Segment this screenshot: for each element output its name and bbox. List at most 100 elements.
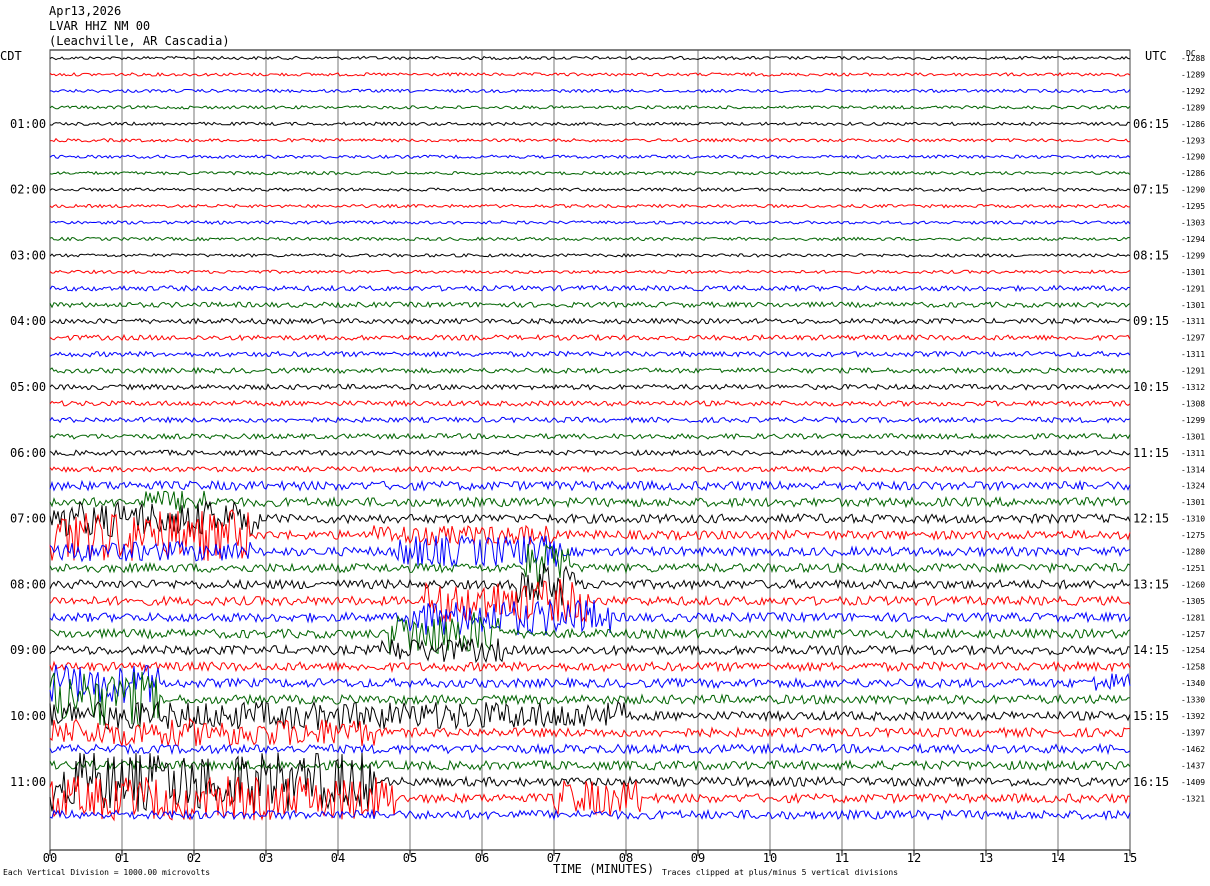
- dc-offset-label: -1321: [1181, 794, 1205, 803]
- seismic-trace: [49, 808, 1131, 821]
- seismic-trace: [49, 236, 1131, 242]
- seismic-trace: [49, 479, 1131, 492]
- dc-offset-label: -1409: [1181, 778, 1205, 787]
- x-tick-label: 09: [691, 851, 705, 865]
- utc-hour-label: 15:15: [1133, 709, 1169, 723]
- utc-hour-label: 11:15: [1133, 446, 1169, 460]
- dc-offset-label: -1392: [1181, 712, 1205, 721]
- dc-offset-label: -1286: [1181, 169, 1205, 178]
- seismic-trace: [49, 253, 1131, 258]
- x-tick-label: 00: [43, 851, 57, 865]
- seismic-trace: [49, 660, 1131, 674]
- seismic-trace: [49, 638, 1131, 664]
- cdt-hour-label: 02:00: [10, 183, 46, 197]
- seismic-trace: [49, 578, 1131, 623]
- x-tick-label: 04: [331, 851, 345, 865]
- seismic-trace: [49, 416, 1131, 424]
- x-tick-label: 01: [115, 851, 129, 865]
- x-tick-label: 13: [979, 851, 993, 865]
- seismic-trace: [49, 383, 1131, 391]
- seismic-trace: [49, 88, 1131, 94]
- x-axis-title: TIME (MINUTES): [553, 862, 655, 876]
- seismic-trace: [49, 301, 1131, 309]
- dc-offset-label: -1258: [1181, 663, 1205, 672]
- dc-offset-label: -1324: [1181, 482, 1205, 491]
- seismic-trace: [49, 509, 1131, 561]
- dc-offset-label: -1312: [1181, 383, 1205, 392]
- seismic-trace: [49, 759, 1131, 772]
- seismic-trace: [49, 187, 1131, 193]
- cdt-hour-label: 05:00: [10, 380, 46, 394]
- dc-offset-label: -1295: [1181, 202, 1205, 211]
- seismic-trace: [49, 366, 1131, 375]
- dc-offset-label: -1281: [1181, 613, 1205, 622]
- dc-offset-label: -1293: [1181, 136, 1205, 145]
- seismic-trace: [49, 465, 1131, 474]
- seismic-trace: [49, 700, 1131, 731]
- dc-offset-label: -1397: [1181, 728, 1205, 737]
- seismic-trace: [49, 534, 1131, 568]
- seismic-trace: [49, 717, 1131, 747]
- dc-offset-label: -1290: [1181, 186, 1205, 195]
- dc-offset-label: -1314: [1181, 465, 1205, 474]
- dc-offset-label: -1257: [1181, 630, 1205, 639]
- dc-offset-label: -1260: [1181, 580, 1205, 589]
- utc-hour-label: 06:15: [1133, 117, 1169, 131]
- utc-hour-label: 12:15: [1133, 512, 1169, 526]
- dc-offset-label: -1330: [1181, 696, 1205, 705]
- dc-offset-label: -1290: [1181, 153, 1205, 162]
- seismic-trace: [49, 742, 1131, 756]
- utc-hour-label: 07:15: [1133, 183, 1169, 197]
- x-tick-label: 14: [1051, 851, 1065, 865]
- dc-offset-label: -1305: [1181, 597, 1205, 606]
- cdt-hour-label: 01:00: [10, 117, 46, 131]
- dc-offset-label: -1251: [1181, 564, 1205, 573]
- x-tick-label: 11: [835, 851, 849, 865]
- utc-hour-label: 14:15: [1133, 643, 1169, 657]
- dc-offset-label: -1303: [1181, 219, 1205, 228]
- seismic-trace: [49, 104, 1131, 110]
- cdt-hour-label: 07:00: [10, 512, 46, 526]
- cdt-hour-label: 03:00: [10, 248, 46, 262]
- dc-offset-label: -1301: [1181, 498, 1205, 507]
- dc-offset-label: -1289: [1181, 70, 1205, 79]
- seismic-trace: [49, 449, 1131, 457]
- dc-offset-label: -1297: [1181, 334, 1205, 343]
- seismic-trace: [49, 490, 1131, 514]
- seismic-trace: [49, 170, 1131, 176]
- dc-offset-label: -1286: [1181, 120, 1205, 129]
- dc-offset-label: -1311: [1181, 317, 1205, 326]
- utc-hour-label: 09:15: [1133, 314, 1169, 328]
- dc-offset-label: -1299: [1181, 251, 1205, 260]
- helicorder-plot: 00 01 02 03 04 05 06 07 08 09 10 11 12 13 14 15-1288-12…: [10, 49, 1205, 865]
- dc-offset-label: -1292: [1181, 87, 1205, 96]
- cdt-hour-label: 10:00: [10, 709, 46, 723]
- dc-offset-label: -1437: [1181, 761, 1205, 770]
- seismic-trace: [49, 350, 1131, 358]
- seismic-trace: [49, 317, 1131, 325]
- seismic-trace: [49, 432, 1131, 441]
- dc-offset-label: -1299: [1181, 416, 1205, 425]
- seismic-trace: [49, 269, 1131, 275]
- dc-offset-label: -1301: [1181, 432, 1205, 441]
- cdt-hour-label: 06:00: [10, 446, 46, 460]
- x-tick-label: 10: [763, 851, 777, 865]
- seismic-trace: [49, 284, 1131, 293]
- x-tick-label: 03: [259, 851, 273, 865]
- cdt-hour-label: 11:00: [10, 775, 46, 789]
- dc-offset-label: -1288: [1181, 54, 1205, 63]
- scale-note: Each Vertical Division = 1000.00 microvo…: [3, 868, 211, 877]
- dc-offset-label: -1291: [1181, 284, 1205, 293]
- seismic-trace: [49, 399, 1131, 408]
- dc-offset-label: -1462: [1181, 745, 1205, 754]
- seismic-trace: [49, 203, 1130, 209]
- seismic-trace: [49, 55, 1131, 61]
- dc-offset-label: -1289: [1181, 103, 1205, 112]
- utc-hour-label: 13:15: [1133, 577, 1169, 591]
- seismic-trace: [49, 137, 1131, 143]
- dc-offset-label: -1311: [1181, 350, 1205, 359]
- x-tick-label: 06: [475, 851, 489, 865]
- dc-offset-label: -1311: [1181, 449, 1205, 458]
- utc-hour-label: 10:15: [1133, 380, 1169, 394]
- seismic-trace: [49, 72, 1131, 77]
